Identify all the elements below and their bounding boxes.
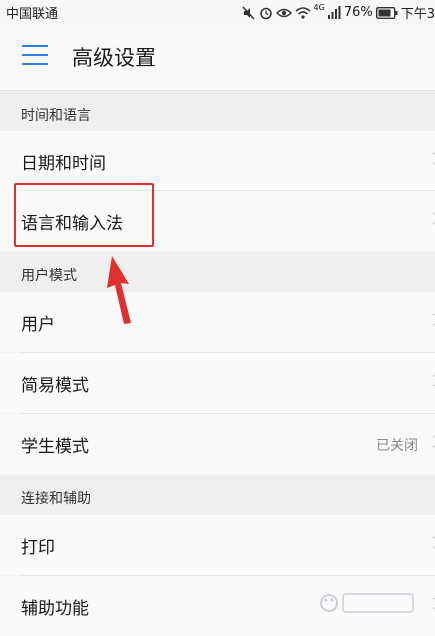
settings-item-label: 打印 [21,538,55,558]
settings-item-label: 简易模式 [21,376,89,396]
section-header-label: 连接和辅助 [21,491,91,507]
chevron-right-icon [427,597,435,610]
alarm-icon [259,7,272,19]
chevron-right-icon [427,212,435,225]
settings-item-user[interactable]: 用户 [0,292,435,352]
page-title: 高级设置 [72,46,156,70]
annotation-arrow-icon [107,256,131,324]
app-bar: 高级设置 [0,24,435,91]
settings-item-date-time[interactable]: 日期和时间 [0,131,435,191]
signal-icon [327,6,341,19]
chevron-right-icon [427,536,435,549]
chevron-right-icon [427,374,435,387]
status-bar: 中国联通 4G 76% 下午3 [0,0,435,24]
section-header-user-mode: 用户模式 [0,252,435,292]
settings-item-label: 学生模式 [21,437,89,457]
settings-item-label: 辅助功能 [21,599,89,619]
carrier-name: 中国联通 [6,7,59,22]
menu-icon[interactable] [22,45,48,67]
section-header-time-language: 时间和语言 [0,92,435,132]
settings-item-student-mode[interactable]: 学生模式 已关闭 [0,414,435,474]
status-icons: 4G 76% 下午3 [241,3,435,22]
chevron-right-icon [427,313,435,326]
clock: 下午3 [400,7,435,22]
section-header-label: 用户模式 [21,268,77,284]
section-header-label: 时间和语言 [21,108,91,124]
settings-item-print[interactable]: 打印 [0,515,435,575]
wifi-icon [295,6,311,19]
mute-icon [241,5,255,20]
battery-icon [375,6,398,19]
eye-comfort-icon [275,8,292,17]
watermark-logo [320,593,414,613]
chevron-right-icon [427,152,435,165]
battery-percent: 76% [343,5,373,20]
section-header-connection-accessibility: 连接和辅助 [0,475,435,515]
chevron-right-icon [427,435,435,448]
settings-item-status: 已关闭 [376,438,418,454]
settings-item-label: 用户 [21,315,55,335]
network-type: 4G [313,3,325,12]
settings-item-label: 日期和时间 [21,154,106,174]
settings-item-simple-mode[interactable]: 简易模式 [0,353,435,413]
highlight-box [14,183,154,247]
